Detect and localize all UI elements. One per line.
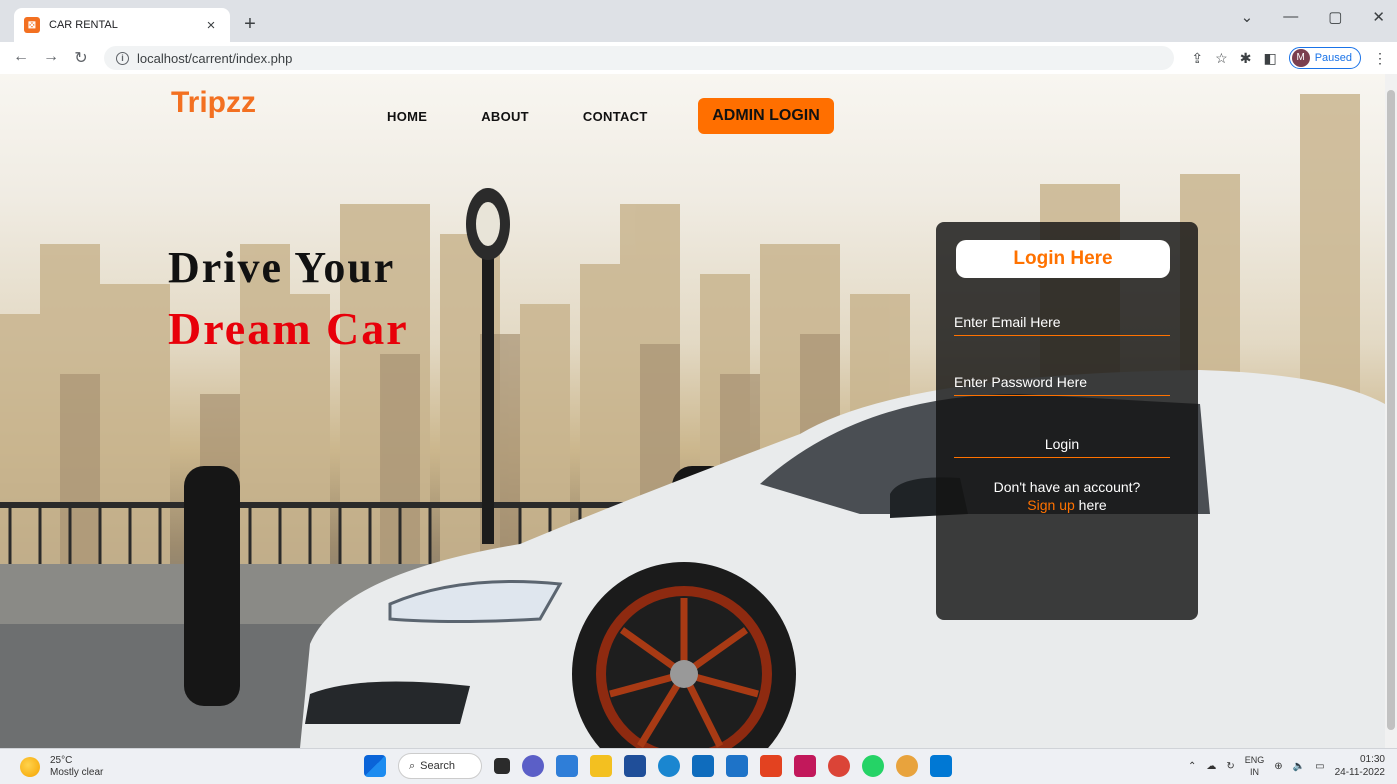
email-field[interactable]: Enter Email Here: [954, 310, 1170, 336]
battery-icon[interactable]: ▭: [1315, 761, 1324, 772]
signup-suffix: here: [1074, 497, 1107, 513]
login-button[interactable]: Login: [954, 430, 1170, 458]
nav-home[interactable]: HOME: [387, 109, 427, 124]
edge-icon[interactable]: [658, 755, 680, 777]
page-scrollbar[interactable]: [1385, 74, 1397, 748]
whatsapp-icon[interactable]: [862, 755, 884, 777]
taskbar-apps: ⌕ Search: [364, 753, 952, 779]
main-nav: HOME ABOUT CONTACT: [387, 109, 648, 124]
outlook-icon[interactable]: [692, 755, 714, 777]
menu-kebab-icon[interactable]: ⋮: [1373, 50, 1387, 67]
minimize-icon[interactable]: —: [1283, 8, 1298, 26]
extensions-icon[interactable]: ✱: [1240, 50, 1252, 67]
xampp-favicon-icon: ⊠: [24, 17, 40, 33]
network-icon[interactable]: ⊕: [1274, 761, 1282, 772]
toolbar-right: ⇪ ☆ ✱ ◧ M Paused ⋮: [1191, 47, 1387, 69]
admin-login-button[interactable]: ADMIN LOGIN: [698, 98, 834, 134]
signup-prompt: Don't have an account? Sign up here: [936, 478, 1198, 514]
store-icon[interactable]: [624, 755, 646, 777]
site-logo[interactable]: Tripzz: [171, 86, 256, 120]
back-icon[interactable]: ←: [8, 48, 34, 68]
moon-weather-icon: [20, 757, 40, 777]
url-text: localhost/carrent/index.php: [137, 50, 293, 66]
tab-search-icon[interactable]: ⌄: [1241, 8, 1254, 26]
time: 01:30: [1359, 754, 1385, 765]
nav-contact[interactable]: CONTACT: [583, 109, 648, 124]
temperature: 25°C: [50, 755, 73, 766]
clock[interactable]: 01:30 24-11-2022: [1335, 753, 1385, 779]
forward-icon[interactable]: →: [38, 48, 64, 68]
maximize-icon[interactable]: ▢: [1328, 8, 1342, 26]
vscode-icon[interactable]: [930, 755, 952, 777]
volume-icon[interactable]: 🔈: [1293, 761, 1305, 772]
bookmark-star-icon[interactable]: ☆: [1215, 50, 1228, 67]
reload-icon[interactable]: ↻: [68, 48, 94, 68]
language-indicator[interactable]: ENG IN: [1245, 754, 1265, 778]
mcafee-icon[interactable]: [794, 755, 816, 777]
windows-taskbar: 25°C Mostly clear ⌕ Search ⌃ ☁ ↻ ENG IN …: [0, 748, 1397, 784]
linkedin-icon[interactable]: [726, 755, 748, 777]
tray-chevron-icon[interactable]: ⌃: [1188, 761, 1196, 772]
browser-toolbar: ← → ↻ i localhost/carrent/index.php ⇪ ☆ …: [0, 42, 1397, 74]
login-form: Login Here Enter Email Here Enter Passwo…: [936, 222, 1198, 620]
date: 24-11-2022: [1334, 767, 1385, 778]
hero-heading-line1: Drive Your: [168, 243, 396, 292]
site-info-icon[interactable]: i: [116, 51, 129, 65]
side-panel-icon[interactable]: ◧: [1263, 50, 1276, 67]
task-view-icon[interactable]: [494, 758, 510, 774]
chrome-profile-icon[interactable]: [896, 755, 918, 777]
browser-tab[interactable]: ⊠ CAR RENTAL ×: [14, 8, 230, 42]
search-label: Search: [420, 760, 456, 772]
profile-status: Paused: [1314, 52, 1352, 64]
no-account-text: Don't have an account?: [993, 479, 1141, 495]
scrollbar-thumb[interactable]: [1387, 90, 1395, 730]
chat-icon[interactable]: [522, 755, 544, 777]
office-icon[interactable]: [760, 755, 782, 777]
share-icon[interactable]: ⇪: [1191, 50, 1203, 67]
signup-link[interactable]: Sign up: [1027, 497, 1074, 513]
weather-widget[interactable]: 25°C Mostly clear: [20, 755, 103, 779]
weather-condition: Mostly clear: [50, 767, 104, 778]
lang-bottom: IN: [1250, 767, 1260, 777]
login-title: Login Here: [956, 240, 1170, 278]
close-window-icon[interactable]: ✕: [1372, 8, 1385, 26]
browser-tab-bar: ⊠ CAR RENTAL × + ⌄ — ▢ ✕: [0, 0, 1397, 42]
site-header: Tripzz HOME ABOUT CONTACT ADMIN LOGIN: [0, 74, 1385, 154]
avatar: M: [1291, 49, 1310, 67]
chrome-icon[interactable]: [828, 755, 850, 777]
lang-top: ENG: [1244, 755, 1265, 765]
hero-heading-line2: Dream Car: [168, 303, 409, 354]
sync-icon[interactable]: ↻: [1226, 761, 1234, 772]
system-tray: ⌃ ☁ ↻ ENG IN ⊕ 🔈 ▭ 01:30 24-11-2022: [1188, 753, 1385, 779]
new-tab-button[interactable]: +: [238, 13, 262, 37]
tab-title: CAR RENTAL: [49, 19, 118, 31]
cloud-icon[interactable]: ☁: [1206, 761, 1216, 772]
windows-start-icon[interactable]: [364, 755, 386, 777]
search-icon: ⌕: [409, 759, 416, 772]
taskbar-search[interactable]: ⌕ Search: [398, 753, 482, 779]
file-explorer-icon[interactable]: [590, 755, 612, 777]
address-bar[interactable]: i localhost/carrent/index.php: [104, 46, 1174, 70]
profile-button[interactable]: M Paused: [1288, 47, 1361, 69]
window-controls: ⌄ — ▢ ✕: [1241, 8, 1385, 26]
page-viewport: Tripzz HOME ABOUT CONTACT ADMIN LOGIN Dr…: [0, 74, 1397, 748]
nav-about[interactable]: ABOUT: [481, 109, 529, 124]
password-field[interactable]: Enter Password Here: [954, 370, 1170, 396]
tab-close-icon[interactable]: ×: [202, 17, 220, 34]
nav-buttons: ← → ↻: [8, 48, 94, 68]
app-icon[interactable]: [556, 755, 578, 777]
